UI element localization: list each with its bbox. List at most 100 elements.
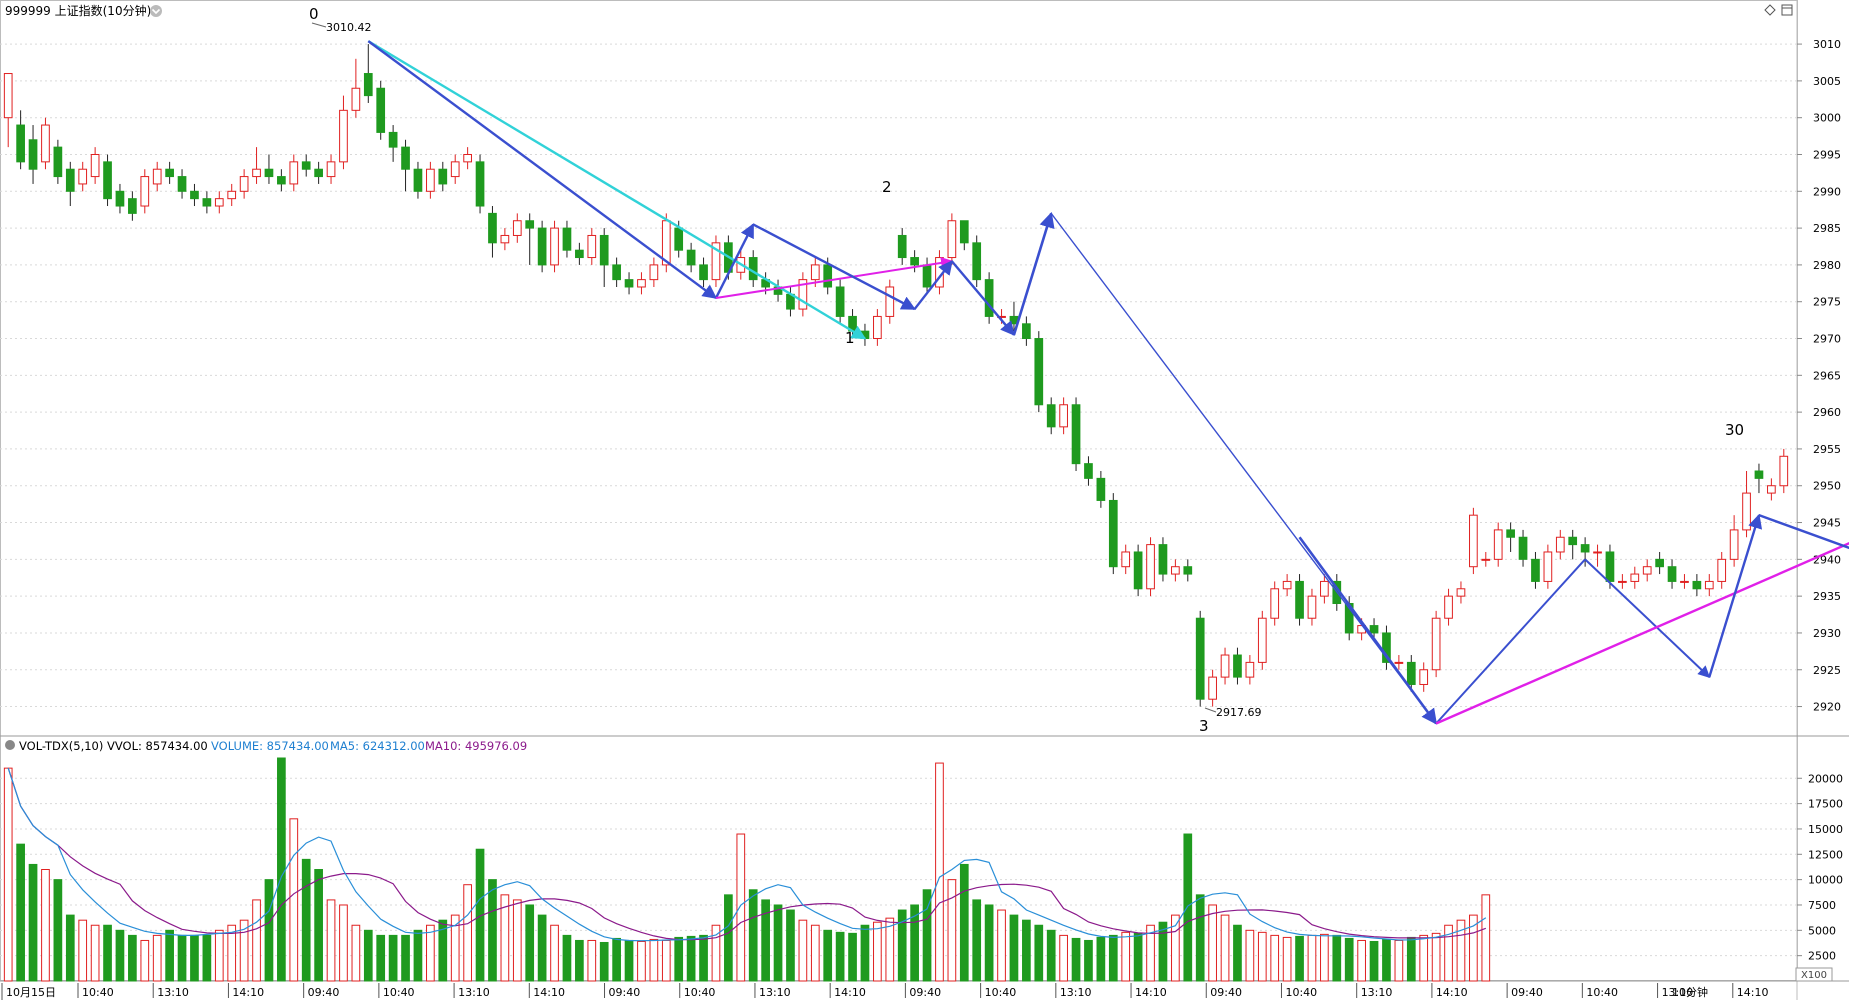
volume-bar[interactable] <box>28 863 38 982</box>
volume-bar[interactable] <box>289 818 299 982</box>
volume-bar[interactable] <box>252 899 261 982</box>
volume-bar[interactable] <box>16 843 25 982</box>
candle[interactable] <box>103 154 112 207</box>
volume-bar[interactable] <box>351 924 361 982</box>
candle[interactable] <box>947 213 957 265</box>
volume-bar[interactable] <box>810 924 820 982</box>
volume-bar[interactable] <box>997 909 1006 982</box>
volume-bar[interactable] <box>1245 929 1255 982</box>
candle[interactable] <box>984 272 994 324</box>
volume-bar[interactable] <box>1034 924 1044 982</box>
candle[interactable] <box>41 117 50 170</box>
volume-bar[interactable] <box>1332 934 1342 982</box>
volume-bar[interactable] <box>860 924 870 982</box>
chart-canvas[interactable]: 3010300530002995299029852980297529702965… <box>0 0 1849 1000</box>
volume-bar[interactable] <box>1071 937 1081 982</box>
volume-bar[interactable] <box>525 904 535 982</box>
volume-bar[interactable] <box>3 767 13 982</box>
volume-bar[interactable] <box>115 929 125 982</box>
volume-bar[interactable] <box>1369 940 1379 982</box>
volume-bar[interactable] <box>1257 931 1267 982</box>
volume-bar[interactable] <box>1084 939 1093 982</box>
volume-bar[interactable] <box>1022 919 1031 982</box>
candle[interactable] <box>1108 493 1118 575</box>
volume-bar[interactable] <box>1108 934 1118 982</box>
volume-bar[interactable] <box>426 924 435 982</box>
volume-bar[interactable] <box>835 931 845 982</box>
volume-bar[interactable] <box>1320 933 1329 982</box>
volume-bar[interactable] <box>649 938 659 982</box>
volume-bar[interactable] <box>1158 921 1168 982</box>
volume-bar[interactable] <box>277 757 286 982</box>
volume-bar[interactable] <box>190 934 199 982</box>
candle[interactable] <box>1195 610 1205 707</box>
volume-bar[interactable] <box>550 924 559 982</box>
volume-bar[interactable] <box>786 909 795 982</box>
volume-bar[interactable] <box>885 917 895 982</box>
volume-bar[interactable] <box>78 919 88 982</box>
volume-bar[interactable] <box>388 934 398 982</box>
volume-bar[interactable] <box>512 899 522 982</box>
volume-bar[interactable] <box>488 879 497 982</box>
volume-bar[interactable] <box>1419 934 1429 982</box>
volume-bar[interactable] <box>773 904 783 982</box>
volume-bar[interactable] <box>1096 936 1106 982</box>
volume-bar[interactable] <box>984 904 994 982</box>
candle[interactable] <box>1133 544 1143 597</box>
volume-bar[interactable] <box>1469 914 1478 982</box>
volume-bar[interactable] <box>339 904 348 982</box>
volume-bar[interactable] <box>537 914 547 982</box>
volume-bar[interactable] <box>612 937 621 982</box>
volume-bar[interactable] <box>1270 934 1280 982</box>
volume-bar[interactable] <box>1208 904 1217 982</box>
volume-bar[interactable] <box>972 899 982 982</box>
volume-bar[interactable] <box>314 869 323 982</box>
volume-bar[interactable] <box>1009 914 1019 982</box>
volume-bar[interactable] <box>90 924 100 982</box>
indicator-gear-icon[interactable] <box>5 740 15 750</box>
volume-bar[interactable] <box>624 939 634 982</box>
volume-bar[interactable] <box>202 934 212 982</box>
volume-bar[interactable] <box>1220 914 1230 982</box>
volume-bar[interactable] <box>724 894 733 982</box>
volume-bar[interactable] <box>140 939 150 982</box>
volume-bar[interactable] <box>41 869 50 982</box>
volume-bar[interactable] <box>1382 938 1391 982</box>
candle[interactable] <box>537 220 547 273</box>
volume-bar[interactable] <box>848 932 857 982</box>
volume-bar[interactable] <box>575 939 584 982</box>
candle[interactable] <box>972 235 982 287</box>
volume-bar[interactable] <box>873 921 882 982</box>
volume-bar[interactable] <box>1046 929 1056 982</box>
candle[interactable] <box>1469 507 1478 575</box>
volume-bar[interactable] <box>152 934 162 982</box>
volume-bar[interactable] <box>165 929 174 982</box>
volume-bar[interactable] <box>686 935 696 982</box>
volume-bar[interactable] <box>798 919 808 982</box>
candle[interactable] <box>376 80 386 140</box>
volume-bar[interactable] <box>1282 936 1292 982</box>
volume-bar[interactable] <box>736 833 746 982</box>
volume-bar[interactable] <box>959 863 969 982</box>
volume-bar[interactable] <box>1406 936 1416 982</box>
volume-bar[interactable] <box>103 924 112 982</box>
volume-bar[interactable] <box>413 929 423 982</box>
volume-bar[interactable] <box>1481 894 1491 982</box>
candle[interactable] <box>711 235 721 287</box>
volume-bar[interactable] <box>1394 939 1404 982</box>
volume-bar[interactable] <box>637 940 646 982</box>
volume-bar[interactable] <box>748 889 758 982</box>
volume-bar[interactable] <box>562 934 572 982</box>
volume-bar[interactable] <box>65 914 75 982</box>
volume-bar[interactable] <box>301 858 311 982</box>
volume-bar[interactable] <box>1307 934 1317 982</box>
volume-bar[interactable] <box>401 934 410 982</box>
volume-bar[interactable] <box>1295 935 1304 982</box>
candle[interactable] <box>1071 397 1081 472</box>
volume-bar[interactable] <box>661 939 671 982</box>
volume-bar[interactable] <box>1344 937 1354 982</box>
volume-bar[interactable] <box>53 879 63 982</box>
candle[interactable] <box>475 154 485 214</box>
volume-bar[interactable] <box>177 934 187 982</box>
candle[interactable] <box>1257 610 1267 670</box>
